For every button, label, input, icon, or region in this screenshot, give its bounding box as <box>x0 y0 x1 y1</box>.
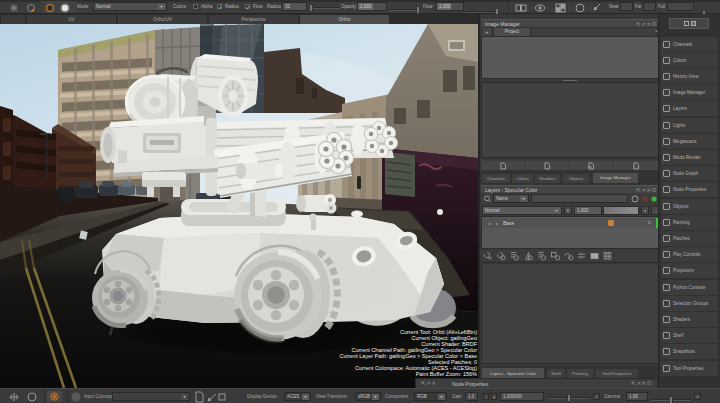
svg-text:Paint Buffer Zoom: 156%: Paint Buffer Zoom: 156% <box>416 371 477 377</box>
